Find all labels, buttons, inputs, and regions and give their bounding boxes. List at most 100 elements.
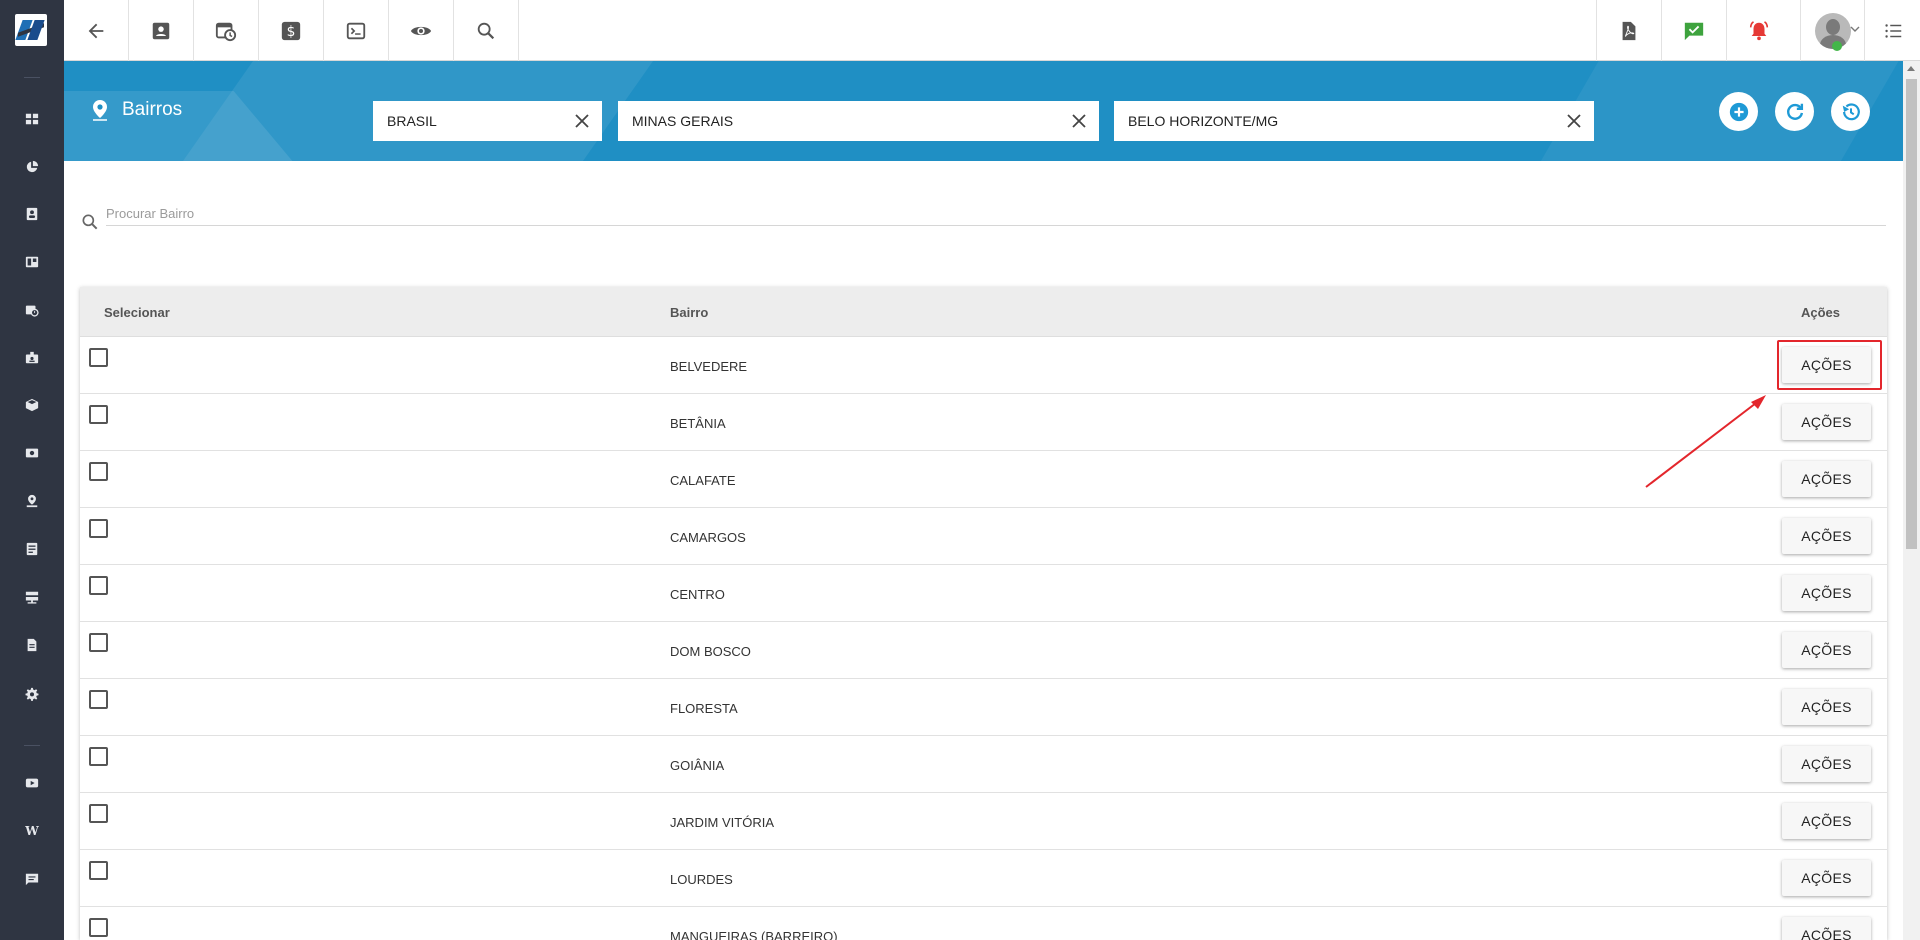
page-scrollbar[interactable] (1903, 61, 1920, 940)
sidebar-divider (24, 745, 40, 746)
actions-button[interactable]: AÇÕES (1782, 518, 1871, 554)
column-header-select: Selecionar (104, 305, 170, 320)
scroll-up-arrow[interactable] (1907, 66, 1915, 71)
user-menu[interactable] (1800, 0, 1864, 61)
actions-button[interactable]: AÇÕES (1782, 632, 1871, 668)
actions-button[interactable]: AÇÕES (1782, 860, 1871, 896)
actions-button[interactable]: AÇÕES (1782, 461, 1871, 497)
back-arrow-icon (88, 23, 104, 38)
view-button[interactable] (389, 0, 454, 61)
svg-text:$: $ (287, 24, 296, 40)
bairro-name: CENTRO (670, 587, 725, 602)
server-icon[interactable] (24, 589, 40, 605)
bairro-name: BETÂNIA (670, 416, 726, 431)
search-button[interactable] (454, 0, 519, 61)
menu-list-icon (1884, 23, 1901, 38)
table-row: CAMARGOS AÇÕES (80, 508, 1887, 565)
select-checkbox[interactable] (89, 519, 108, 538)
bairro-name: GOIÂNIA (670, 758, 725, 773)
actions-button[interactable]: AÇÕES (1782, 917, 1871, 940)
scroll-thumb[interactable] (1906, 79, 1917, 549)
chat-icon[interactable] (24, 871, 40, 887)
sidebar-divider (24, 77, 40, 78)
app-logo[interactable] (15, 14, 47, 46)
state-filter-value: MINAS GERAIS (632, 113, 734, 129)
chat-check-icon (1684, 22, 1704, 40)
bairro-name: DOM BOSCO (670, 644, 751, 659)
column-header-bairro[interactable]: Bairro (670, 305, 708, 320)
messages-button[interactable] (1661, 0, 1726, 61)
bairro-name: MANGUEIRAS (BARREIRO) (670, 929, 838, 940)
table-row: MANGUEIRAS (BARREIRO) AÇÕES (80, 907, 1887, 940)
pie-chart-icon[interactable] (24, 159, 40, 175)
country-filter-value: BRASIL (387, 113, 437, 129)
close-icon[interactable] (1071, 113, 1087, 129)
select-checkbox[interactable] (89, 918, 108, 937)
actions-button[interactable]: AÇÕES (1782, 347, 1871, 383)
actions-button[interactable]: AÇÕES (1782, 746, 1871, 782)
table-row: FLORESTA AÇÕES (80, 679, 1887, 736)
notifications-button[interactable] (1726, 0, 1791, 61)
map-pin-icon[interactable] (24, 493, 40, 509)
select-checkbox[interactable] (89, 348, 108, 367)
country-filter[interactable]: BRASIL (373, 101, 602, 141)
city-filter[interactable]: BELO HORIZONTE/MG (1114, 101, 1594, 141)
actions-button[interactable]: AÇÕES (1782, 803, 1871, 839)
select-checkbox[interactable] (89, 804, 108, 823)
contacts-button[interactable] (129, 0, 194, 61)
refresh-button[interactable] (1775, 92, 1814, 131)
page-header-banner: Bairros BRASIL MINAS GERAIS BELO HORIZON… (64, 61, 1903, 161)
list-icon[interactable] (24, 541, 40, 557)
page-title: Bairros (90, 99, 182, 121)
table-row: JARDIM VITÓRIA AÇÕES (80, 793, 1887, 850)
select-checkbox[interactable] (89, 462, 108, 481)
select-checkbox[interactable] (89, 747, 108, 766)
map-pin-icon (93, 100, 107, 121)
select-checkbox[interactable] (89, 861, 108, 880)
table-row: CALAFATE AÇÕES (80, 451, 1887, 508)
bairro-name: BELVEDERE (670, 359, 748, 374)
history-icon (1842, 102, 1860, 120)
page-title-text: Bairros (122, 99, 183, 120)
contact-card-icon[interactable] (24, 206, 40, 222)
close-icon[interactable] (574, 113, 590, 129)
badge-icon[interactable] (24, 350, 40, 366)
add-button[interactable] (1719, 92, 1758, 131)
wiki-icon[interactable]: W (24, 823, 40, 839)
close-icon[interactable] (1566, 113, 1582, 129)
search-icon (82, 214, 98, 230)
sidebar: W (0, 0, 64, 940)
state-filter[interactable]: MINAS GERAIS (618, 101, 1099, 141)
actions-button[interactable]: AÇÕES (1782, 404, 1871, 440)
back-button[interactable] (64, 0, 129, 61)
actions-button[interactable]: AÇÕES (1782, 689, 1871, 725)
select-checkbox[interactable] (89, 405, 108, 424)
document-icon[interactable] (24, 637, 40, 653)
terminal-button[interactable] (324, 0, 389, 61)
top-toolbar: $ (64, 0, 1920, 61)
menu-button[interactable] (1864, 0, 1920, 61)
table-row: GOIÂNIA AÇÕES (80, 736, 1887, 793)
schedule-button[interactable] (194, 0, 259, 61)
dollar-icon: $ (281, 21, 301, 40)
video-icon[interactable] (24, 775, 40, 791)
select-checkbox[interactable] (89, 690, 108, 709)
pdf-button[interactable] (1596, 0, 1661, 61)
history-button[interactable] (1831, 92, 1870, 131)
search-bar (80, 198, 1886, 230)
bairro-name: CALAFATE (670, 473, 736, 488)
select-checkbox[interactable] (89, 576, 108, 595)
actions-button[interactable]: AÇÕES (1782, 575, 1871, 611)
cube-icon[interactable] (24, 397, 40, 413)
table-row: DOM BOSCO AÇÕES (80, 622, 1887, 679)
board-icon[interactable] (24, 254, 40, 270)
table-row: BELVEDERE AÇÕES (80, 337, 1887, 394)
calendar-clock-icon[interactable] (24, 302, 40, 318)
money-icon[interactable] (24, 445, 40, 461)
search-input[interactable] (106, 202, 1886, 226)
gear-icon[interactable] (24, 686, 40, 702)
finance-button[interactable]: $ (259, 0, 324, 61)
select-checkbox[interactable] (89, 633, 108, 652)
dashboard-icon[interactable] (24, 111, 40, 127)
eye-icon (410, 26, 432, 35)
